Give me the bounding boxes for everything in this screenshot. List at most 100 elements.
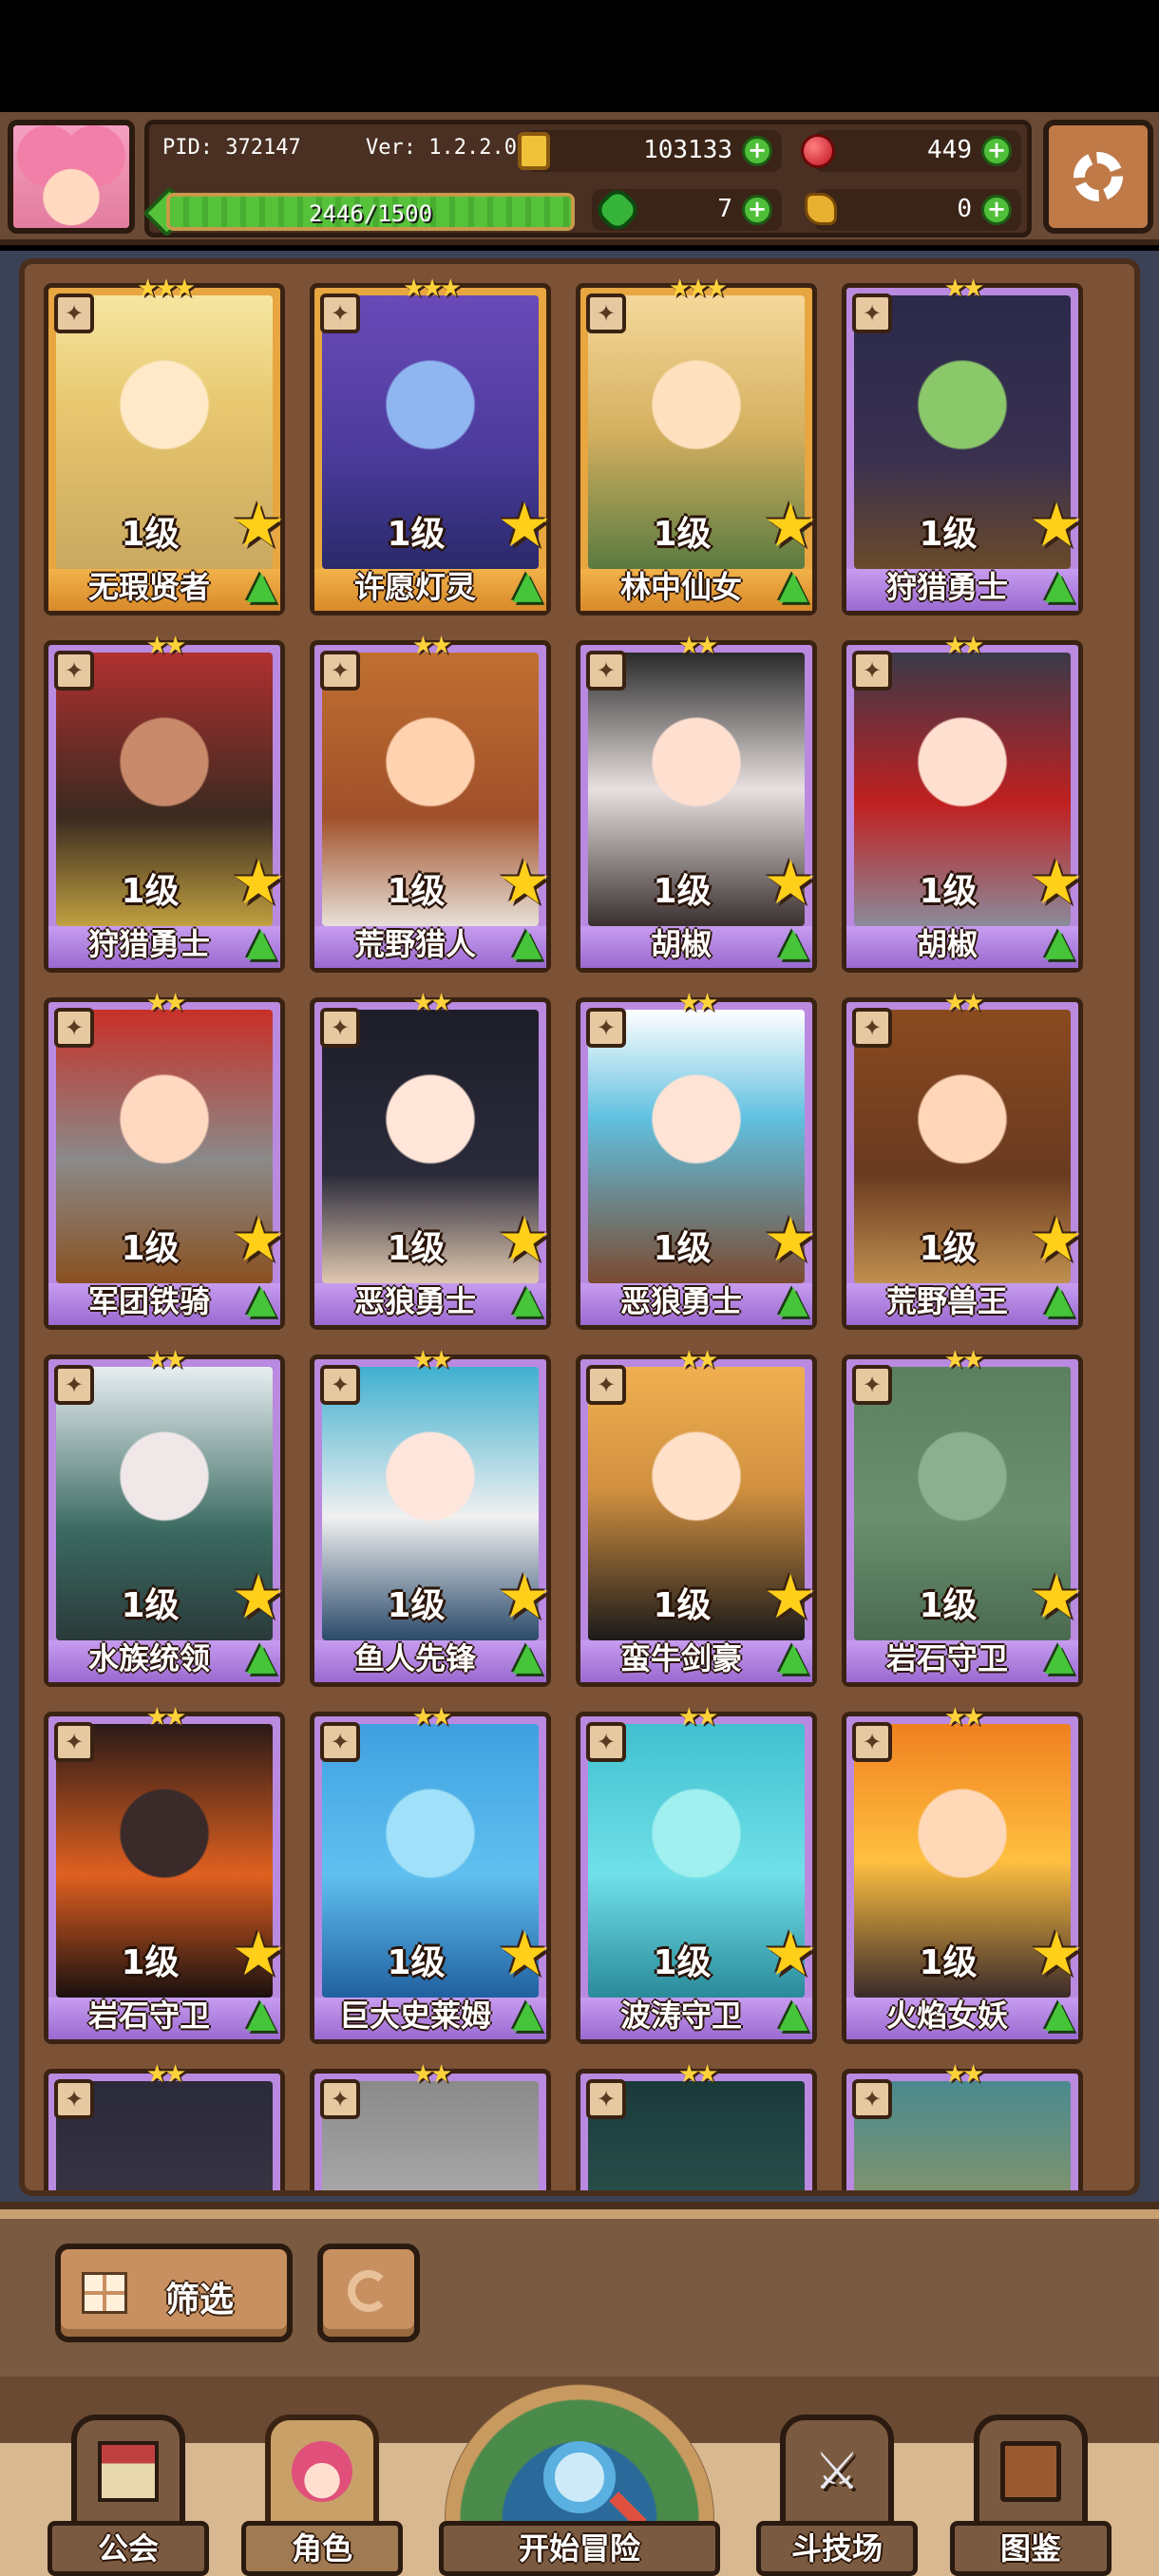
level-up-arrow-icon[interactable]: ▲ (501, 919, 554, 972)
character-card[interactable]: ✦ ★★★ 1级 无瑕贤者 ★ ▲ (44, 275, 288, 616)
class-icon: ✦ (852, 2079, 892, 2119)
level-up-arrow-icon[interactable]: ▲ (501, 1276, 554, 1329)
character-level: 1级 (919, 515, 978, 554)
star-upgrade-icon[interactable]: ★ (761, 1210, 820, 1272)
star-upgrade-icon[interactable]: ★ (495, 1924, 554, 1986)
star-upgrade-icon[interactable]: ★ (229, 853, 288, 915)
star-upgrade-icon[interactable]: ★ (1027, 1210, 1086, 1272)
character-card[interactable]: ✦ ★★ 1级 狩猎勇士 ★ ▲ (44, 632, 288, 973)
character-card[interactable]: ✦ ★★★ 1级 许愿灯灵 ★ ▲ (310, 275, 554, 616)
level-up-arrow-icon[interactable]: ▲ (1033, 919, 1086, 972)
star-upgrade-icon[interactable]: ★ (761, 1567, 820, 1629)
settings-button[interactable] (1043, 120, 1153, 234)
star-upgrade-icon[interactable]: ★ (229, 496, 288, 558)
star-upgrade-icon[interactable]: ★ (229, 1567, 288, 1629)
star-upgrade-icon[interactable]: ★ (1027, 1924, 1086, 1986)
character-grid[interactable]: ✦ ★★★ 1级 无瑕贤者 ★ ▲ ✦ ★★★ 1级 许愿灯灵 ★ ▲ ✦ ★★★ 1级 林中仙女 ★ ▲ ✦ ★★ 1… (19, 258, 1140, 2196)
level-up-arrow-icon[interactable]: ▲ (767, 1633, 820, 1686)
character-card[interactable]: ✦ ★★ 1级 狩猎勇士 ★ ▲ (842, 275, 1086, 616)
rank-stars: ★★★ (403, 275, 462, 303)
character-card[interactable]: ✦ ★★ (576, 2060, 817, 2190)
character-card[interactable]: ✦ ★★ 1级 荒野猎人 ★ ▲ (310, 632, 554, 973)
character-card[interactable]: ✦ ★★ 1级 水族统领 ★ ▲ (44, 1346, 288, 1687)
character-card[interactable]: ✦ ★★ 1级 蛮牛剑豪 ★ ▲ (576, 1346, 820, 1687)
nav-characters-icon-box (265, 2415, 379, 2529)
character-card[interactable]: ✦ ★★★ 1级 林中仙女 ★ ▲ (576, 275, 820, 616)
level-up-arrow-icon[interactable]: ▲ (235, 1276, 288, 1329)
nav-arena[interactable]: ⚔ 斗技场 (756, 2415, 918, 2576)
rank-stars: ★★ (145, 989, 187, 1017)
level-up-arrow-icon[interactable]: ▲ (1033, 1990, 1086, 2043)
level-up-arrow-icon[interactable]: ▲ (235, 561, 288, 615)
reset-filter-button[interactable] (317, 2244, 420, 2342)
star-upgrade-icon[interactable]: ★ (761, 1924, 820, 1986)
character-card[interactable]: ✦ ★★ 1级 荒野兽王 ★ ▲ (842, 989, 1086, 1330)
player-avatar[interactable] (8, 120, 135, 234)
class-icon: ✦ (320, 1722, 360, 1762)
character-card[interactable]: ✦ ★★ (310, 2060, 551, 2190)
character-card[interactable]: ✦ ★★ 1级 胡椒 ★ ▲ (576, 632, 820, 973)
star-upgrade-icon[interactable]: ★ (229, 1924, 288, 1986)
character-card[interactable]: ✦ ★★ 1级 恶狼勇士 ★ ▲ (576, 989, 820, 1330)
list-controls: 筛选 (0, 2202, 1159, 2377)
level-up-arrow-icon[interactable]: ▲ (767, 919, 820, 972)
character-level: 1级 (653, 1943, 712, 1982)
add-keys-button[interactable]: + (981, 195, 1012, 225)
refresh-icon (348, 2270, 390, 2312)
add-clover-button[interactable]: + (742, 195, 772, 225)
star-upgrade-icon[interactable]: ★ (761, 496, 820, 558)
character-card[interactable]: ✦ ★★ 1级 火焰女妖 ★ ▲ (842, 1703, 1086, 2044)
level-up-arrow-icon[interactable]: ▲ (235, 1633, 288, 1686)
filter-button[interactable]: 筛选 (55, 2244, 293, 2342)
start-adventure-button[interactable]: 开始冒险 (439, 2384, 720, 2576)
star-upgrade-icon[interactable]: ★ (495, 1567, 554, 1629)
level-up-arrow-icon[interactable]: ▲ (767, 1276, 820, 1329)
level-up-arrow-icon[interactable]: ▲ (501, 1633, 554, 1686)
star-upgrade-icon[interactable]: ★ (1027, 496, 1086, 558)
character-name: 许愿灯灵 (353, 569, 476, 605)
level-up-arrow-icon[interactable]: ▲ (501, 561, 554, 615)
level-up-arrow-icon[interactable]: ▲ (235, 919, 288, 972)
star-upgrade-icon[interactable]: ★ (1027, 853, 1086, 915)
character-name: 巨大史莱姆 (338, 1998, 491, 2034)
add-gold-button[interactable]: + (742, 136, 772, 166)
character-level: 1级 (653, 1229, 712, 1268)
class-icon: ✦ (586, 2079, 626, 2119)
player-id: PID: 372147 (162, 136, 301, 160)
star-upgrade-icon[interactable]: ★ (229, 1210, 288, 1272)
nav-guild[interactable]: 公会 (48, 2415, 209, 2576)
character-name: 军团铁骑 (87, 1283, 210, 1319)
rank-stars: ★★ (411, 1346, 453, 1374)
character-card[interactable]: ✦ ★★ (842, 2060, 1083, 2190)
rank-stars: ★★ (677, 989, 719, 1017)
star-upgrade-icon[interactable]: ★ (495, 853, 554, 915)
rank-stars: ★★ (677, 1703, 719, 1732)
add-gems-button[interactable]: + (981, 136, 1012, 166)
key-slot: 0 + (805, 189, 1021, 231)
level-up-arrow-icon[interactable]: ▲ (501, 1990, 554, 2043)
character-card[interactable]: ✦ ★★ 1级 波涛守卫 ★ ▲ (576, 1703, 820, 2044)
character-card[interactable]: ✦ ★★ 1级 鱼人先锋 ★ ▲ (310, 1346, 554, 1687)
character-card[interactable]: ✦ ★★ 1级 胡椒 ★ ▲ (842, 632, 1086, 973)
star-upgrade-icon[interactable]: ★ (495, 496, 554, 558)
level-up-arrow-icon[interactable]: ▲ (235, 1990, 288, 2043)
character-card[interactable]: ✦ ★★ (44, 2060, 285, 2190)
star-upgrade-icon[interactable]: ★ (761, 853, 820, 915)
character-card[interactable]: ✦ ★★ 1级 岩石守卫 ★ ▲ (842, 1346, 1086, 1687)
level-up-arrow-icon[interactable]: ▲ (1033, 561, 1086, 615)
gear-icon (1074, 152, 1123, 201)
star-upgrade-icon[interactable]: ★ (495, 1210, 554, 1272)
character-card[interactable]: ✦ ★★ 1级 军团铁骑 ★ ▲ (44, 989, 288, 1330)
nav-guild-label: 公会 (48, 2521, 209, 2576)
nav-characters[interactable]: 角色 (241, 2415, 403, 2576)
character-card[interactable]: ✦ ★★ 1级 恶狼勇士 ★ ▲ (310, 989, 554, 1330)
level-up-arrow-icon[interactable]: ▲ (767, 561, 820, 615)
character-card[interactable]: ✦ ★★ 1级 岩石守卫 ★ ▲ (44, 1703, 288, 2044)
nav-codex[interactable]: 图鉴 (950, 2415, 1112, 2576)
nav-codex-icon-box (974, 2415, 1088, 2529)
level-up-arrow-icon[interactable]: ▲ (767, 1990, 820, 2043)
level-up-arrow-icon[interactable]: ▲ (1033, 1276, 1086, 1329)
star-upgrade-icon[interactable]: ★ (1027, 1567, 1086, 1629)
level-up-arrow-icon[interactable]: ▲ (1033, 1633, 1086, 1686)
character-card[interactable]: ✦ ★★ 1级 巨大史莱姆 ★ ▲ (310, 1703, 554, 2044)
